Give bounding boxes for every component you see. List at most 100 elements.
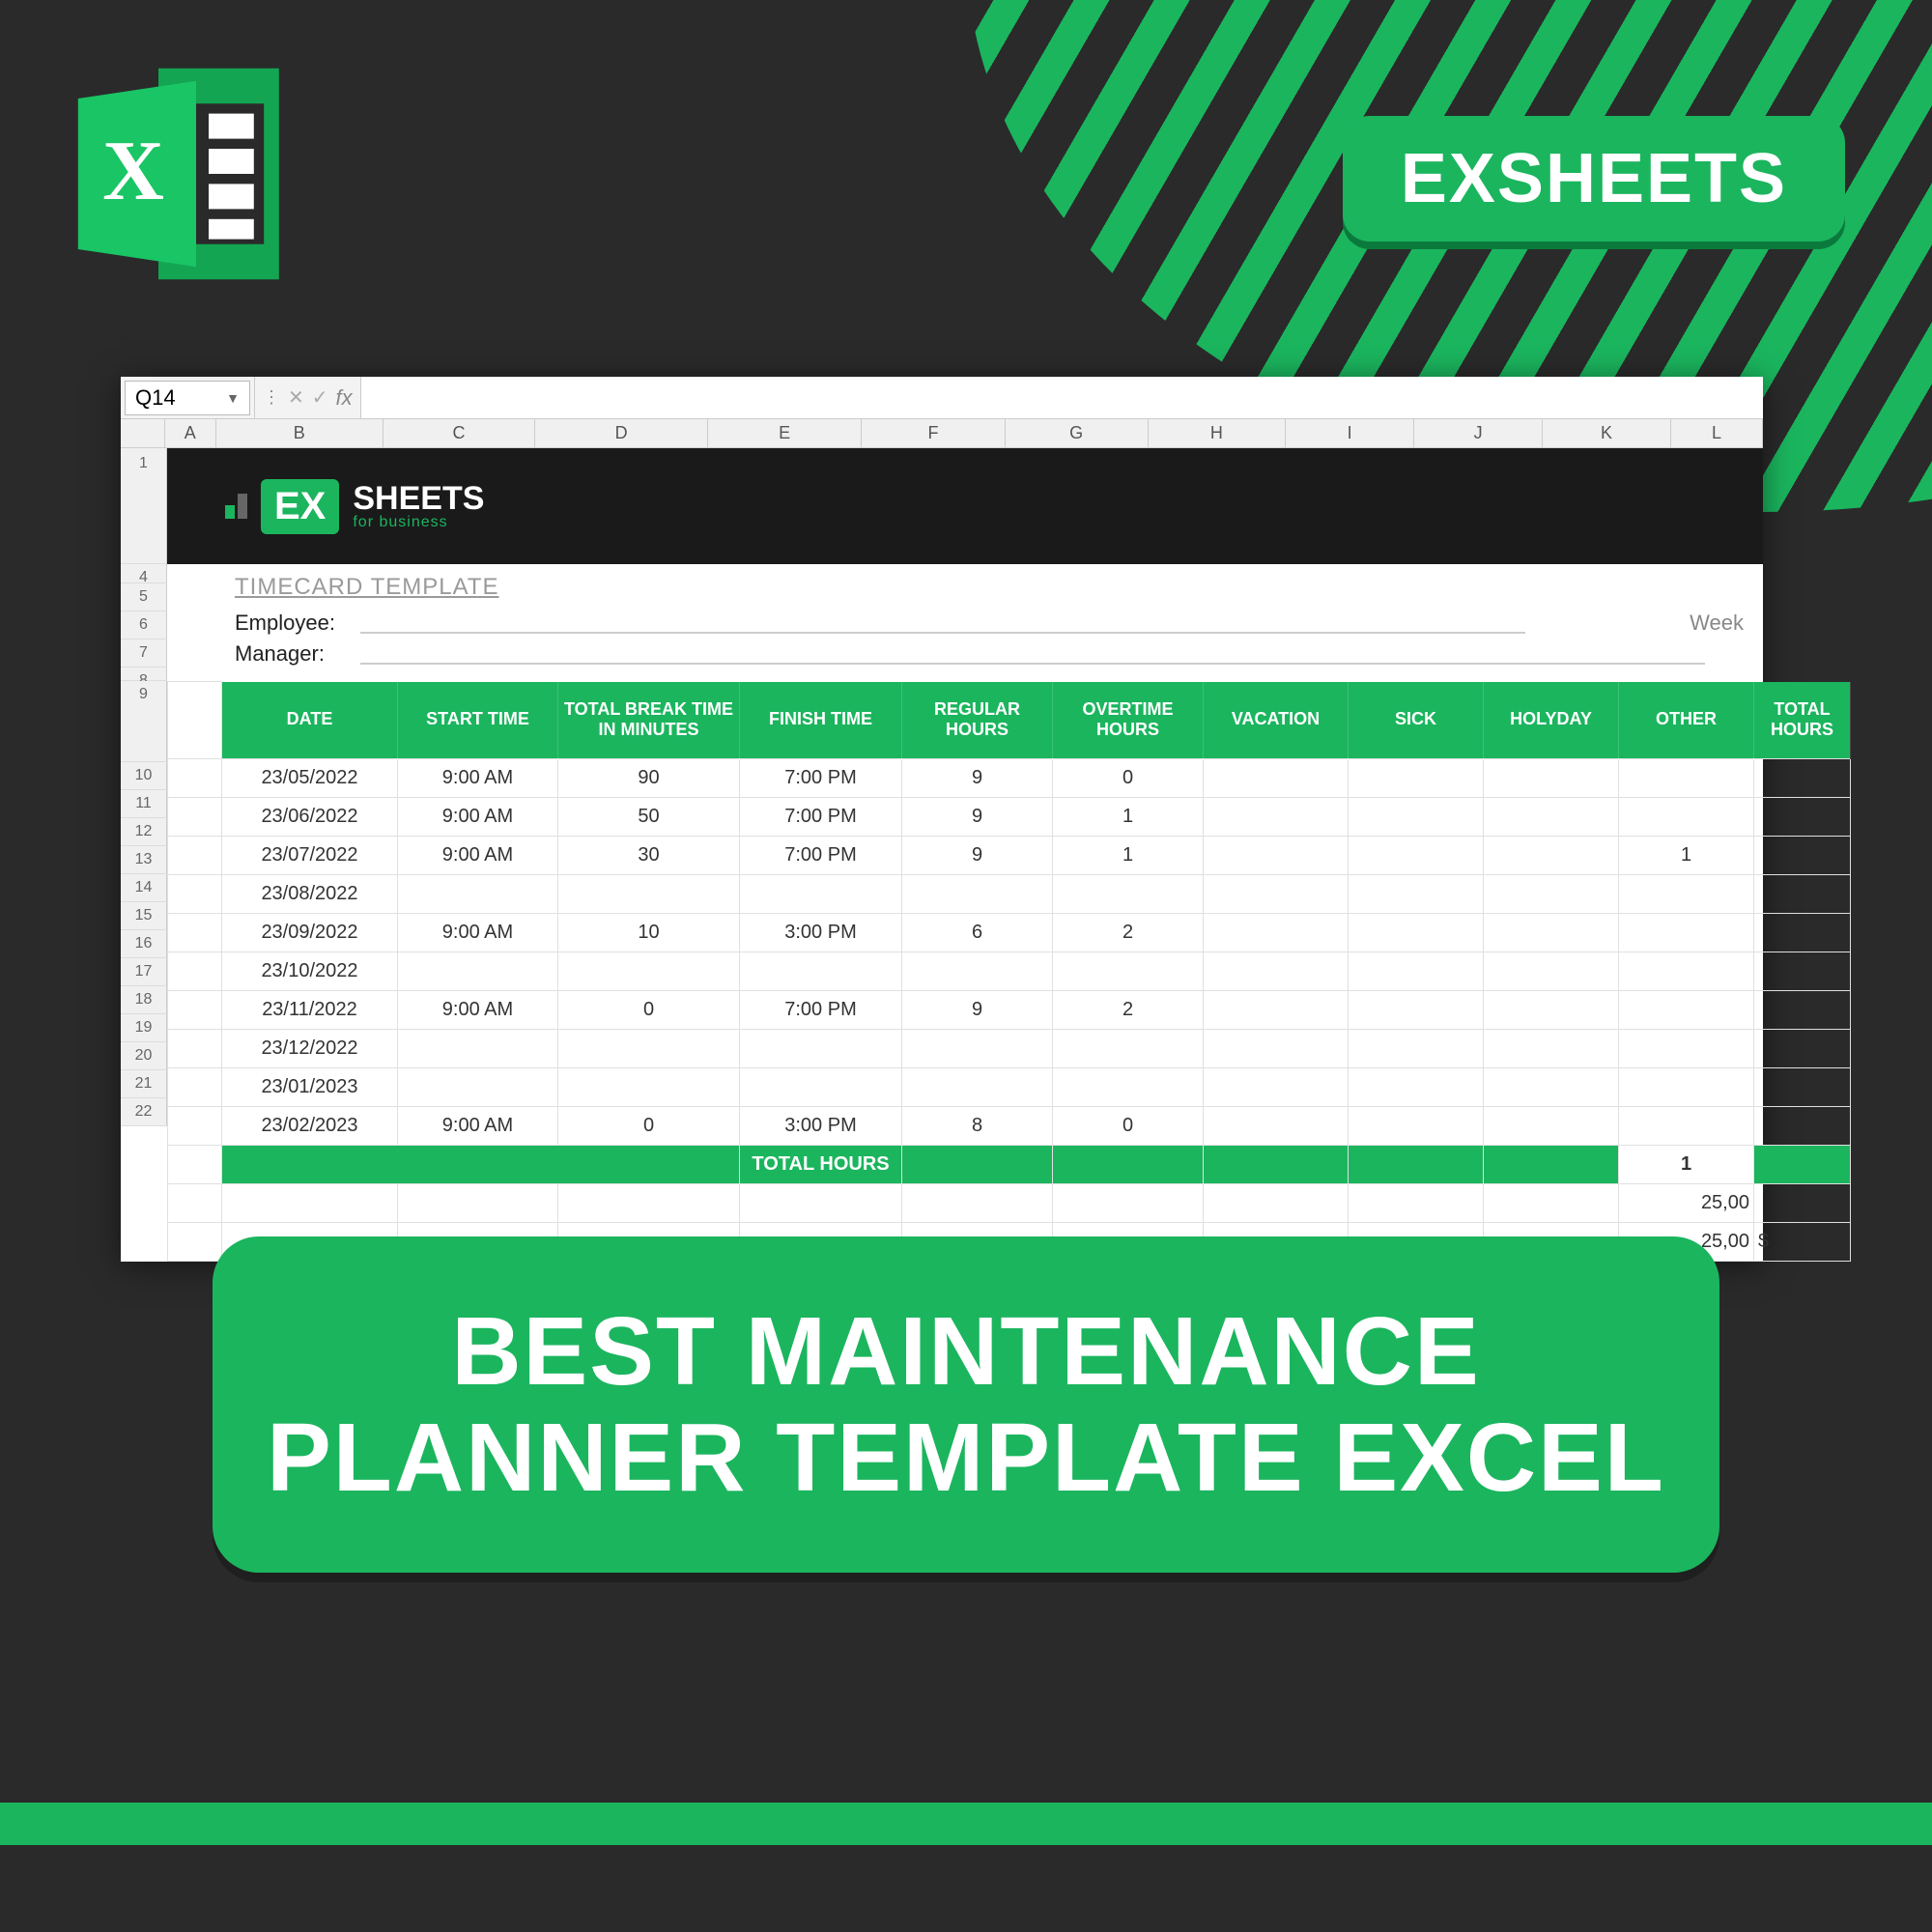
row-header[interactable]: 21 [121, 1070, 167, 1098]
cell[interactable]: 9:00 AM [398, 797, 558, 836]
cell[interactable] [1619, 797, 1754, 836]
cell[interactable]: 0 [1053, 1106, 1204, 1145]
cell[interactable] [1204, 1067, 1349, 1106]
cell[interactable]: 23/05/2022 [222, 758, 398, 797]
cell[interactable]: 23/07/2022 [222, 836, 398, 874]
cell[interactable] [740, 1029, 902, 1067]
cell[interactable] [1619, 1029, 1754, 1067]
cell[interactable] [1204, 836, 1349, 874]
cell[interactable]: 9 [902, 797, 1053, 836]
row-header[interactable]: 16 [121, 930, 167, 958]
cell[interactable] [1204, 952, 1349, 990]
cell[interactable]: 23/09/2022 [222, 913, 398, 952]
cell[interactable]: 0 [1053, 758, 1204, 797]
cell[interactable] [398, 952, 558, 990]
cell[interactable] [1619, 874, 1754, 913]
row-header[interactable]: 4 [121, 564, 167, 583]
cell[interactable]: 2 [1053, 990, 1204, 1029]
cell[interactable]: 50 [558, 797, 740, 836]
row-header[interactable]: 11 [121, 790, 167, 818]
cell[interactable]: 9 [902, 836, 1053, 874]
cell[interactable] [1619, 990, 1754, 1029]
cell[interactable]: 7:00 PM [740, 836, 902, 874]
col-header[interactable]: E [708, 419, 863, 447]
cell[interactable] [1204, 797, 1349, 836]
col-header[interactable]: H [1149, 419, 1286, 447]
col-header[interactable]: C [384, 419, 536, 447]
cell[interactable]: 0 [558, 1106, 740, 1145]
cell[interactable]: 0 [558, 990, 740, 1029]
cell[interactable] [1484, 874, 1619, 913]
row-header[interactable]: 10 [121, 762, 167, 790]
row-header[interactable]: 20 [121, 1042, 167, 1070]
cell[interactable] [168, 1067, 222, 1106]
cell[interactable] [1349, 1029, 1484, 1067]
col-header[interactable]: F [862, 419, 1005, 447]
cell[interactable] [1754, 1067, 1851, 1106]
cell[interactable] [1484, 797, 1619, 836]
cell[interactable] [168, 874, 222, 913]
cell[interactable] [398, 1029, 558, 1067]
cell[interactable] [1484, 1029, 1619, 1067]
cell[interactable]: 9:00 AM [398, 836, 558, 874]
row-header[interactable]: 15 [121, 902, 167, 930]
cell[interactable]: 23/10/2022 [222, 952, 398, 990]
cell[interactable] [1619, 758, 1754, 797]
cell[interactable]: 23/02/2023 [222, 1106, 398, 1145]
cell[interactable] [740, 1067, 902, 1106]
cell[interactable] [1053, 874, 1204, 913]
cell[interactable] [1053, 1029, 1204, 1067]
cell[interactable] [1754, 913, 1851, 952]
cell[interactable] [1204, 913, 1349, 952]
cell[interactable] [1484, 1106, 1619, 1145]
row-header[interactable]: 8 [121, 668, 167, 681]
cell[interactable] [1754, 990, 1851, 1029]
cell[interactable] [1619, 1067, 1754, 1106]
cell[interactable] [1349, 913, 1484, 952]
cell[interactable]: 9:00 AM [398, 758, 558, 797]
cell[interactable]: 23/12/2022 [222, 1029, 398, 1067]
cell[interactable] [1349, 874, 1484, 913]
cell[interactable] [1619, 1106, 1754, 1145]
row-header[interactable]: 1 [121, 448, 167, 564]
cell[interactable] [1484, 758, 1619, 797]
cell[interactable]: 9:00 AM [398, 913, 558, 952]
cell[interactable]: 23/01/2023 [222, 1067, 398, 1106]
row-header[interactable]: 12 [121, 818, 167, 846]
employee-field[interactable] [360, 612, 1525, 634]
cell[interactable] [1053, 952, 1204, 990]
cell[interactable]: 23/08/2022 [222, 874, 398, 913]
cell[interactable] [1204, 1029, 1349, 1067]
cell[interactable]: 30 [558, 836, 740, 874]
cell[interactable] [1349, 836, 1484, 874]
col-header[interactable]: D [535, 419, 708, 447]
cell[interactable] [1754, 1106, 1851, 1145]
cell[interactable] [902, 874, 1053, 913]
cell[interactable]: 9 [902, 990, 1053, 1029]
cell[interactable] [1204, 990, 1349, 1029]
row-header[interactable]: 6 [121, 611, 167, 639]
cell[interactable]: 2 [1053, 913, 1204, 952]
row-header[interactable]: 13 [121, 846, 167, 874]
cell[interactable] [1754, 952, 1851, 990]
cell[interactable]: 23/11/2022 [222, 990, 398, 1029]
cell[interactable] [558, 1067, 740, 1106]
cell[interactable] [1349, 758, 1484, 797]
cell[interactable] [1484, 913, 1619, 952]
cell[interactable] [740, 952, 902, 990]
cell[interactable] [1754, 836, 1851, 874]
cell[interactable] [902, 952, 1053, 990]
cell[interactable] [1053, 1067, 1204, 1106]
cell[interactable] [1484, 990, 1619, 1029]
cell[interactable] [398, 1067, 558, 1106]
row-header[interactable]: 22 [121, 1098, 167, 1126]
cell[interactable] [740, 874, 902, 913]
cell[interactable] [1349, 797, 1484, 836]
confirm-icon[interactable]: ✓ [312, 385, 328, 410]
cell[interactable] [558, 1029, 740, 1067]
formula-input[interactable] [361, 377, 1763, 418]
row-header[interactable]: 19 [121, 1014, 167, 1042]
col-header[interactable]: I [1286, 419, 1414, 447]
row-header[interactable]: 5 [121, 583, 167, 611]
cell[interactable] [1754, 797, 1851, 836]
